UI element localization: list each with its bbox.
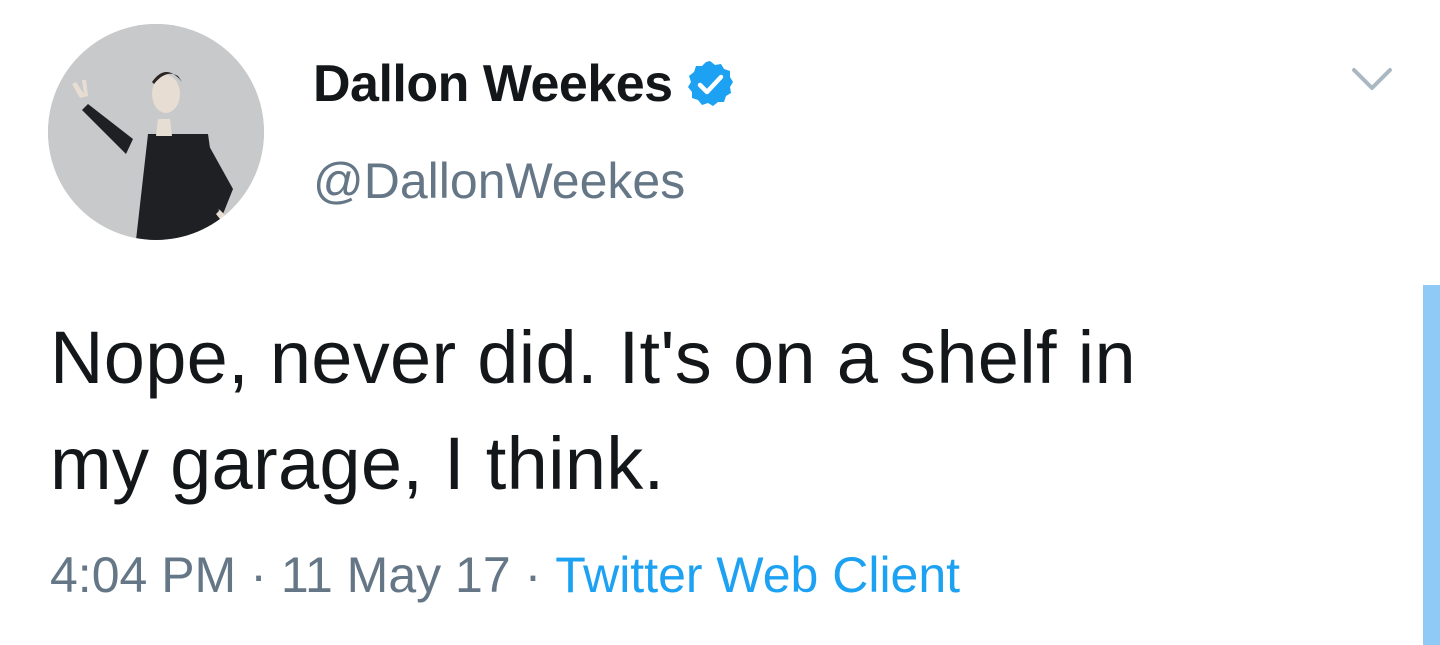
tweet-source-link[interactable]: Twitter Web Client	[555, 547, 960, 603]
tweet-date[interactable]: 11 May 17	[281, 547, 511, 603]
tweet-time[interactable]: 4:04 PM	[50, 547, 236, 603]
avatar-image	[48, 24, 264, 240]
display-name[interactable]: Dallon Weekes	[313, 54, 673, 114]
tweet-text-line: my garage, I think.	[50, 422, 665, 505]
tweet-card: Dallon Weekes @DallonWeekes Nope, never …	[0, 0, 1440, 645]
verified-badge-icon	[685, 59, 735, 109]
scrollbar[interactable]	[1423, 285, 1440, 645]
tweet-meta: 4:04 PM · 11 May 17 · Twitter Web Client	[50, 540, 960, 610]
chevron-down-icon[interactable]	[1350, 64, 1394, 96]
user-handle[interactable]: @DallonWeekes	[313, 152, 685, 210]
tweet-text-line: Nope, never did. It's on a shelf in	[50, 316, 1136, 399]
meta-separator: ·	[250, 547, 267, 603]
avatar[interactable]	[48, 24, 264, 240]
tweet-text: Nope, never did. It's on a shelf in my g…	[50, 305, 1380, 517]
display-name-row[interactable]: Dallon Weekes	[313, 52, 735, 116]
meta-separator: ·	[524, 547, 542, 603]
